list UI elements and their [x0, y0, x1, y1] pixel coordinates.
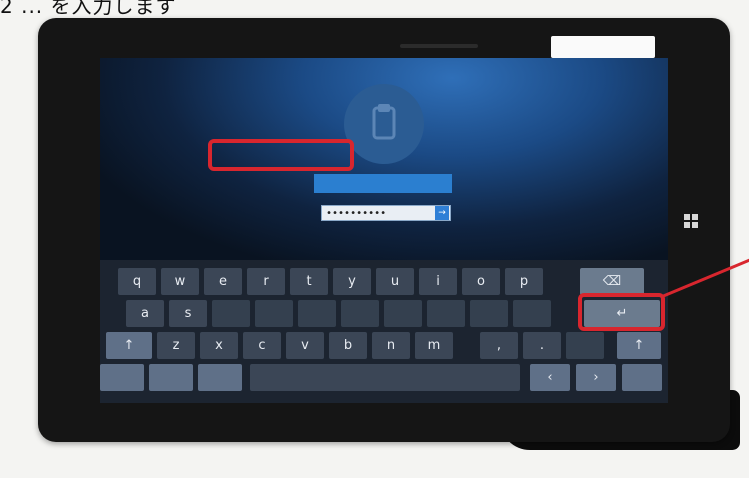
key-l[interactable]	[470, 300, 508, 327]
shift-key[interactable]: ↑	[106, 332, 152, 359]
user-silhouette-icon	[372, 104, 396, 140]
language-key[interactable]	[198, 364, 242, 391]
keyboard-toggle-key[interactable]	[622, 364, 662, 391]
key-d[interactable]	[212, 300, 250, 327]
submit-arrow-button[interactable]: →	[435, 206, 449, 220]
key-apostrophe[interactable]	[513, 300, 551, 327]
windows-logo-icon[interactable]	[684, 214, 698, 228]
key-n[interactable]: n	[372, 332, 410, 359]
key-y[interactable]: y	[333, 268, 371, 295]
right-arrow-key[interactable]: ›	[576, 364, 616, 391]
key-q[interactable]: q	[118, 268, 156, 295]
key-i[interactable]: i	[419, 268, 457, 295]
emoji-key[interactable]	[149, 364, 193, 391]
camera-bar	[400, 44, 478, 48]
key-h[interactable]	[341, 300, 379, 327]
touch-keyboard: q w e r t y u i o p ⌫ a s ↵ ↑ z x c v b …	[100, 260, 668, 403]
backspace-key[interactable]: ⌫	[580, 268, 644, 295]
bezel-label-sticker	[551, 36, 655, 58]
password-highlight-box	[208, 139, 354, 171]
password-input[interactable]: ••••••••••	[321, 205, 451, 221]
tablet-screen: •••••••••• → q w e r t y u i o p ⌫ a s ↵…	[100, 58, 668, 403]
key-w[interactable]: w	[161, 268, 199, 295]
key-u[interactable]: u	[376, 268, 414, 295]
username-bar	[314, 174, 452, 193]
left-arrow-key[interactable]: ‹	[530, 364, 570, 391]
key-question[interactable]	[566, 332, 604, 359]
key-period[interactable]: .	[523, 332, 561, 359]
key-z[interactable]: z	[157, 332, 195, 359]
symbols-key[interactable]	[100, 364, 144, 391]
key-s[interactable]: s	[169, 300, 207, 327]
key-v[interactable]: v	[286, 332, 324, 359]
instruction-caption: 2 ... を入力します	[0, 0, 177, 18]
key-g[interactable]	[298, 300, 336, 327]
key-comma[interactable]: ,	[480, 332, 518, 359]
key-t[interactable]: t	[290, 268, 328, 295]
space-key[interactable]	[250, 364, 520, 391]
enter-key-highlight-box	[578, 293, 665, 331]
shift-key-right[interactable]: ↑	[617, 332, 661, 359]
key-j[interactable]	[384, 300, 422, 327]
key-c[interactable]: c	[243, 332, 281, 359]
key-k[interactable]	[427, 300, 465, 327]
key-r[interactable]: r	[247, 268, 285, 295]
key-f[interactable]	[255, 300, 293, 327]
user-avatar	[344, 84, 424, 164]
callout-line	[661, 258, 749, 299]
key-p[interactable]: p	[505, 268, 543, 295]
key-b[interactable]: b	[329, 332, 367, 359]
key-x[interactable]: x	[200, 332, 238, 359]
key-e[interactable]: e	[204, 268, 242, 295]
key-m[interactable]: m	[415, 332, 453, 359]
key-a[interactable]: a	[126, 300, 164, 327]
key-o[interactable]: o	[462, 268, 500, 295]
